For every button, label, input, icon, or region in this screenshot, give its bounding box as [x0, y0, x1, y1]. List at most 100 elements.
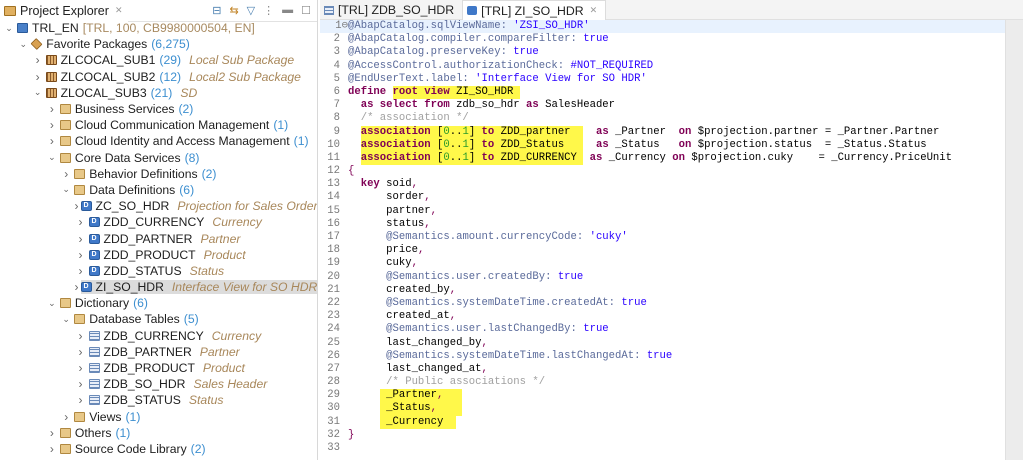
folder-icon: [59, 427, 71, 438]
tree-item[interactable]: ⌄ TRL_EN [TRL, 100, CB9980000504, EN]: [0, 20, 317, 36]
item-count: (2): [178, 102, 194, 117]
chevron-right-icon[interactable]: ›: [75, 280, 79, 294]
chevron-right-icon[interactable]: ›: [75, 345, 87, 359]
code-line: 30 _Status,: [320, 402, 1005, 416]
table-icon: [88, 379, 100, 390]
tree-item[interactable]: ⌄ Database Tables (5): [0, 311, 317, 327]
chevron-right-icon[interactable]: ›: [46, 134, 58, 148]
tree-item[interactable]: › ZLCOCAL_SUB2 (12) Local2 Sub Package: [0, 69, 317, 85]
chevron-right-icon[interactable]: ›: [32, 70, 44, 84]
tree-item[interactable]: ⌄ Data Definitions (6): [0, 182, 317, 198]
item-count: (6,275): [151, 37, 190, 52]
chevron-down-icon[interactable]: ⌄: [60, 184, 72, 195]
line-number: 32: [327, 428, 340, 441]
minimize-icon[interactable]: ▬: [282, 4, 293, 17]
close-tab-icon[interactable]: ✕: [590, 5, 598, 16]
tree-item[interactable]: › Others (1): [0, 425, 317, 441]
tree-item[interactable]: › ZDB_STATUS Status: [0, 392, 317, 408]
chevron-right-icon[interactable]: ›: [75, 393, 87, 407]
tree-item[interactable]: ⌄ ZLOCAL_SUB3 (21) SD: [0, 85, 317, 101]
chevron-right-icon[interactable]: ›: [75, 264, 87, 278]
code-editor[interactable]: 1⊖ @AbapCatalog.sqlViewName: 'ZSI_SO_HDR'…: [320, 20, 1005, 460]
editor-tab[interactable]: [TRL] ZDB_SO_HDR: [320, 0, 462, 20]
vertical-scrollbar[interactable]: [1005, 20, 1023, 460]
tab-label: [TRL] ZDB_SO_HDR: [338, 3, 455, 17]
chevron-right-icon[interactable]: ›: [75, 377, 87, 391]
chevron-right-icon[interactable]: ›: [46, 102, 58, 116]
tree-item[interactable]: › Cloud Identity and Access Management (1): [0, 133, 317, 149]
tree-item-label: Business Services (2): [59, 102, 196, 117]
data-definition-icon: D: [88, 217, 100, 228]
tree-item[interactable]: › Behavior Definitions (2): [0, 166, 317, 182]
chevron-right-icon[interactable]: ›: [46, 118, 58, 132]
close-icon[interactable]: ✕: [115, 5, 123, 16]
code-line: 12 {: [320, 165, 1005, 178]
tree-item[interactable]: › D ZI_SO_HDR Interface View for SO HDR: [0, 279, 317, 295]
code-token: ]: [468, 125, 482, 139]
line-number: 21: [327, 283, 340, 296]
code-token: last_changed_by: [348, 336, 482, 349]
chevron-right-icon[interactable]: ›: [75, 361, 87, 375]
code-token: ZDD_Status: [500, 138, 584, 152]
line-number: 23: [327, 310, 340, 323]
chevron-right-icon[interactable]: ›: [75, 199, 79, 213]
item-description: Status: [188, 393, 224, 408]
link-with-editor-icon[interactable]: ⇆: [229, 4, 238, 17]
code-token: define: [348, 85, 393, 98]
tree-item[interactable]: › ZLCOCAL_SUB1 (29) Local Sub Package: [0, 52, 317, 68]
tree-item-label: D ZC_SO_HDR Projection for Sales Order: [80, 199, 317, 213]
chevron-down-icon[interactable]: ⌄: [17, 39, 29, 50]
chevron-right-icon[interactable]: ›: [75, 232, 87, 246]
tree-item-name: Favorite Packages: [46, 37, 148, 52]
chevron-right-icon[interactable]: ›: [46, 442, 58, 456]
chevron-right-icon[interactable]: ›: [60, 167, 72, 181]
tree-item[interactable]: › ZDB_SO_HDR Sales Header: [0, 376, 317, 392]
line-number: 14: [327, 191, 340, 204]
tree-item[interactable]: › D ZDD_PRODUCT Product: [0, 247, 317, 263]
tree-item[interactable]: › ZDB_CURRENCY Currency: [0, 328, 317, 344]
tree-item[interactable]: ⌄ Dictionary (6): [0, 295, 317, 311]
tree-item[interactable]: ⌄ Favorite Packages (6,275): [0, 36, 317, 52]
tree-item[interactable]: › ZDB_PARTNER Partner: [0, 344, 317, 360]
chevron-right-icon[interactable]: ›: [46, 426, 58, 440]
code-token: last_changed_at: [348, 362, 482, 375]
folder-icon: [74, 168, 86, 179]
tree-item[interactable]: › D ZC_SO_HDR Projection for Sales Order: [0, 198, 318, 214]
tree-item[interactable]: › D ZDD_CURRENCY Currency: [0, 214, 317, 230]
line-number: 20: [327, 270, 340, 283]
tree-item[interactable]: ⌄ Core Data Services (8): [0, 150, 317, 166]
chevron-right-icon[interactable]: ›: [75, 329, 87, 343]
collapse-all-icon[interactable]: ⊟: [212, 4, 221, 17]
line-number: 31: [327, 415, 340, 428]
filter-icon[interactable]: ▽: [247, 4, 255, 17]
tree-item-label: Core Data Services (8): [59, 151, 203, 165]
chevron-right-icon[interactable]: ›: [60, 410, 72, 424]
project-explorer-tab[interactable]: Project Explorer ✕: [0, 0, 129, 22]
tree-item[interactable]: › Business Services (2): [0, 101, 317, 117]
chevron-right-icon[interactable]: ›: [75, 248, 87, 262]
tree-item[interactable]: › Cloud Communication Management (1): [0, 117, 317, 133]
tree-item[interactable]: › D ZDD_PARTNER Partner: [0, 230, 317, 246]
code-token: _Currency: [608, 151, 673, 164]
view-menu-icon[interactable]: ⋮: [263, 4, 274, 17]
chevron-down-icon[interactable]: ⌄: [46, 152, 58, 163]
chevron-right-icon[interactable]: ›: [75, 215, 87, 229]
chevron-down-icon[interactable]: ⌄: [46, 298, 58, 309]
chevron-down-icon[interactable]: ⌄: [60, 314, 72, 325]
tree-item[interactable]: › Source Code Library (2): [0, 441, 317, 457]
chevron-right-icon[interactable]: ›: [32, 53, 44, 67]
code-token: @EndUserText.label:: [348, 72, 476, 85]
code-text: define root view ZI_SO_HDR: [344, 85, 520, 100]
chevron-down-icon[interactable]: ⌄: [32, 87, 44, 98]
code-line: 24 @Semantics.user.lastChangedBy: true: [320, 323, 1005, 336]
tree-item[interactable]: › D ZDD_STATUS Status: [0, 263, 317, 279]
tree-item[interactable]: › ZDB_PRODUCT Product: [0, 360, 317, 376]
editor-tab[interactable]: [TRL] ZI_SO_HDR ✕: [462, 0, 607, 20]
tree-item-name: ZDD_PRODUCT: [103, 247, 196, 262]
chevron-down-icon[interactable]: ⌄: [3, 23, 15, 34]
maximize-icon[interactable]: ☐: [301, 4, 311, 17]
tree-item[interactable]: › Views (1): [0, 409, 317, 425]
code-line: 6 define root view ZI_SO_HDR: [320, 85, 1005, 100]
